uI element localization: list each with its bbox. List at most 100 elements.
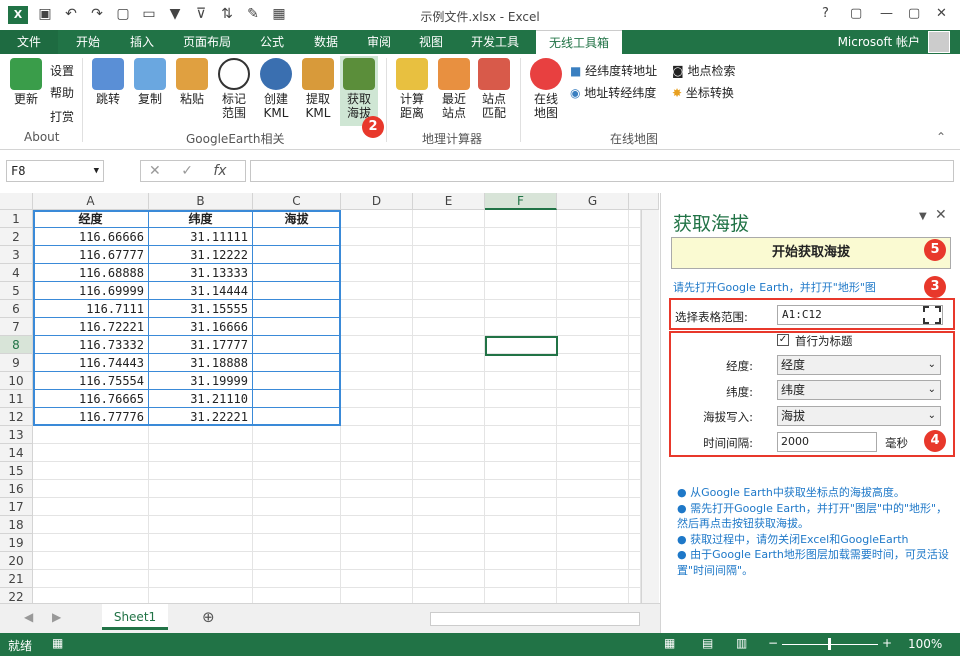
table-cell[interactable]: [557, 462, 629, 480]
tab-wireless-toolbox[interactable]: 无线工具箱: [536, 30, 622, 54]
tab-developer[interactable]: 开发工具: [462, 30, 528, 54]
normal-view-icon[interactable]: ▦: [664, 636, 675, 650]
table-cell[interactable]: [341, 570, 413, 588]
row-header[interactable]: 6: [0, 300, 33, 318]
table-cell[interactable]: [557, 210, 629, 228]
table-cell[interactable]: [253, 480, 341, 498]
create-kml-button[interactable]: 创建 KML: [256, 58, 296, 120]
nearest-station-button[interactable]: 最近 站点: [436, 58, 472, 120]
table-cell[interactable]: [629, 534, 641, 552]
cancel-icon[interactable]: ✕: [149, 163, 161, 179]
confirm-icon[interactable]: ✓: [181, 163, 193, 179]
table-cell[interactable]: [413, 336, 485, 354]
range-input[interactable]: A1:C12: [777, 305, 943, 325]
table-cell[interactable]: [413, 210, 485, 228]
table-cell[interactable]: [557, 282, 629, 300]
active-cell[interactable]: [485, 336, 558, 356]
table-cell[interactable]: [485, 300, 557, 318]
row-header[interactable]: 5: [0, 282, 33, 300]
table-cell[interactable]: [485, 228, 557, 246]
row-header[interactable]: 4: [0, 264, 33, 282]
row-header[interactable]: 7: [0, 318, 33, 336]
table-cell[interactable]: [33, 426, 149, 444]
table-cell[interactable]: [253, 426, 341, 444]
table-cell[interactable]: [485, 570, 557, 588]
table-cell[interactable]: [413, 480, 485, 498]
table-cell[interactable]: [33, 516, 149, 534]
table-cell[interactable]: [413, 462, 485, 480]
table-cell[interactable]: [33, 588, 149, 603]
table-cell[interactable]: [485, 588, 557, 603]
coordinate-convert-button[interactable]: ✸ 坐标转换: [672, 84, 734, 101]
table-cell[interactable]: [485, 210, 557, 228]
row-header[interactable]: 16: [0, 480, 33, 498]
table-cell[interactable]: [341, 534, 413, 552]
tab-page-layout[interactable]: 页面布局: [174, 30, 240, 54]
table-cell[interactable]: [341, 480, 413, 498]
table-cell[interactable]: [413, 570, 485, 588]
table-cell[interactable]: [253, 444, 341, 462]
table-cell[interactable]: [341, 552, 413, 570]
table-cell[interactable]: [33, 570, 149, 588]
mark-range-button[interactable]: 标记 范围: [216, 58, 252, 120]
help-ribbon-button[interactable]: 帮助: [50, 84, 74, 101]
first-row-header-checkbox[interactable]: ✓: [777, 334, 789, 346]
table-cell[interactable]: [253, 570, 341, 588]
tab-formulas[interactable]: 公式: [248, 30, 296, 54]
calc-distance-button[interactable]: 计算 距离: [394, 58, 430, 120]
table-cell[interactable]: [413, 408, 485, 426]
table-cell[interactable]: [253, 516, 341, 534]
table-cell[interactable]: [485, 552, 557, 570]
close-button[interactable]: ✕: [936, 6, 947, 21]
table-cell[interactable]: [557, 498, 629, 516]
station-match-button[interactable]: 站点 匹配: [476, 58, 512, 120]
column-header[interactable]: B: [149, 193, 253, 210]
table-cell[interactable]: [485, 480, 557, 498]
table-cell[interactable]: [413, 300, 485, 318]
table-cell[interactable]: [413, 390, 485, 408]
table-cell[interactable]: [149, 534, 253, 552]
scroll-right-icon[interactable]: ▶: [52, 610, 61, 624]
row-header[interactable]: 9: [0, 354, 33, 372]
table-cell[interactable]: [253, 498, 341, 516]
name-box[interactable]: F8 ▼: [6, 160, 104, 182]
donate-button[interactable]: 打赏: [50, 108, 74, 125]
table-cell[interactable]: [557, 480, 629, 498]
column-header[interactable]: D: [341, 193, 413, 210]
table-cell[interactable]: [413, 318, 485, 336]
horizontal-scrollbar[interactable]: [430, 612, 640, 626]
table-cell[interactable]: [149, 516, 253, 534]
table-cell[interactable]: [413, 552, 485, 570]
minimize-button[interactable]: —: [880, 6, 893, 21]
column-header[interactable]: A: [33, 193, 149, 210]
table-cell[interactable]: [253, 552, 341, 570]
row-header[interactable]: 10: [0, 372, 33, 390]
table-cell[interactable]: [485, 390, 557, 408]
table-cell[interactable]: [485, 318, 557, 336]
start-get-altitude-button[interactable]: 开始获取海拔: [671, 237, 951, 269]
table-cell[interactable]: [341, 210, 413, 228]
extract-kml-button[interactable]: 提取 KML: [298, 58, 338, 120]
place-search-button[interactable]: ◙ 地点检索: [672, 62, 735, 79]
zoom-in-icon[interactable]: +: [882, 636, 892, 650]
interval-input[interactable]: 2000: [777, 432, 877, 452]
macro-record-icon[interactable]: ▦: [52, 636, 63, 650]
table-cell[interactable]: [557, 300, 629, 318]
table-cell[interactable]: [557, 228, 629, 246]
table-cell[interactable]: [413, 228, 485, 246]
insert-function-icon[interactable]: fx: [213, 163, 226, 179]
table-cell[interactable]: [557, 426, 629, 444]
table-cell[interactable]: [557, 246, 629, 264]
table-cell[interactable]: [341, 516, 413, 534]
table-cell[interactable]: [557, 354, 629, 372]
table-cell[interactable]: [629, 228, 641, 246]
table-cell[interactable]: [149, 552, 253, 570]
table-cell[interactable]: [413, 534, 485, 552]
row-header[interactable]: 18: [0, 516, 33, 534]
table-cell[interactable]: [341, 588, 413, 603]
paste-button[interactable]: 粘贴: [174, 58, 210, 106]
table-cell[interactable]: [253, 534, 341, 552]
tab-insert[interactable]: 插入: [118, 30, 166, 54]
update-button[interactable]: 更新: [8, 58, 44, 106]
table-cell[interactable]: [629, 480, 641, 498]
